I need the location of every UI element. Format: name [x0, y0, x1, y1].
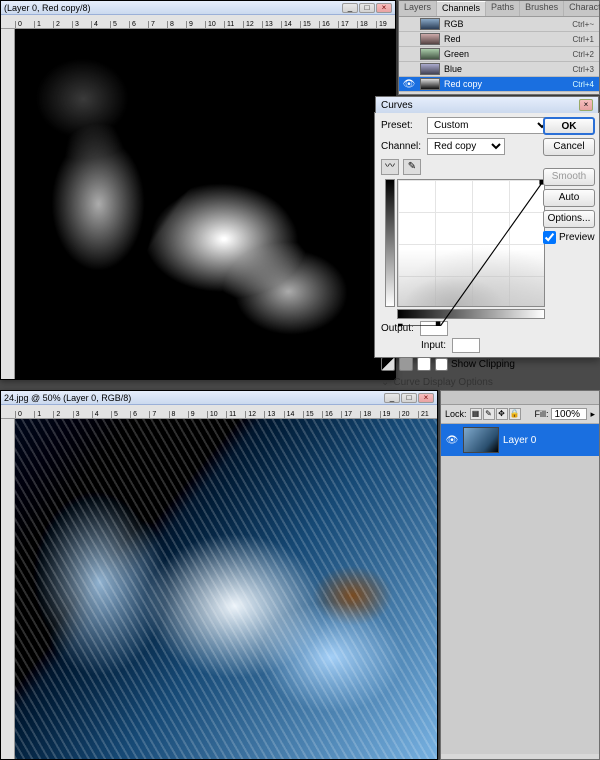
fill-dropdown-icon[interactable]: ▸: [590, 409, 595, 420]
titlebar-2-title: 24.jpg @ 50% (Layer 0, RGB/8): [4, 393, 131, 403]
panel-tab-character[interactable]: Character: [564, 1, 600, 16]
lock-all-icon[interactable]: 🔒: [509, 408, 521, 420]
show-clipping-label: Show Clipping: [451, 359, 515, 370]
curves-close-icon[interactable]: ×: [579, 99, 593, 111]
layers-empty-area: [441, 456, 599, 754]
channel-row-green[interactable]: Green Ctrl+2: [399, 47, 599, 62]
horizontal-ruler-1: 012345678910111213141516171819: [1, 15, 395, 29]
channel-shortcut: Ctrl+2: [572, 50, 596, 59]
show-clipping-input[interactable]: [435, 358, 448, 371]
vertical-ruler-2: [1, 419, 15, 759]
document-window-1: (Layer 0, Red copy/8) _ □ × 012345678910…: [0, 0, 396, 380]
channels-panel: LayersChannelsPathsBrushesCharacter RGB C…: [398, 0, 600, 95]
channel-select[interactable]: Red copy: [427, 138, 505, 155]
minimize-button[interactable]: _: [342, 3, 358, 13]
ok-button[interactable]: OK: [543, 117, 595, 135]
fill-label: Fill:: [534, 409, 548, 419]
channel-visibility-icon[interactable]: 👁: [402, 79, 416, 90]
channel-row-red-copy[interactable]: 👁 Red copy Ctrl+4: [399, 77, 599, 92]
titlebar-1[interactable]: (Layer 0, Red copy/8) _ □ ×: [1, 1, 395, 15]
curve-display-options-label: Curve Display Options: [393, 377, 492, 388]
channel-name: Blue: [444, 64, 568, 74]
close-button[interactable]: ×: [376, 3, 392, 13]
curve-display-options-expander[interactable]: ⌄ Curve Display Options: [381, 377, 593, 388]
channel-thumbnail: [420, 33, 440, 45]
lock-transparency-icon[interactable]: ▦: [470, 408, 482, 420]
channel-name: Red copy: [444, 79, 568, 89]
document-image-color: [15, 419, 437, 759]
document-window-2: 24.jpg @ 50% (Layer 0, RGB/8) _ □ × 0123…: [0, 390, 438, 760]
preview-label: Preview: [559, 232, 595, 243]
input-label: Input:: [421, 340, 446, 351]
preset-label: Preset:: [381, 120, 423, 131]
maximize-button[interactable]: □: [359, 3, 375, 13]
panel-tab-paths[interactable]: Paths: [486, 1, 520, 16]
preview-input[interactable]: [543, 231, 556, 244]
panel-tab-channels[interactable]: Channels: [437, 1, 486, 16]
channel-thumbnail: [420, 63, 440, 75]
gray-point-eyedropper-icon[interactable]: [399, 357, 413, 371]
curve-graph[interactable]: [397, 179, 545, 307]
channel-row-rgb[interactable]: RGB Ctrl+~: [399, 17, 599, 32]
fill-field[interactable]: [551, 408, 587, 420]
titlebar-1-title: (Layer 0, Red copy/8): [4, 3, 91, 13]
options-button[interactable]: Options...: [543, 210, 595, 228]
titlebar-2[interactable]: 24.jpg @ 50% (Layer 0, RGB/8) _ □ ×: [1, 391, 437, 405]
preview-checkbox[interactable]: Preview: [543, 231, 595, 244]
layers-tabs: [441, 391, 599, 405]
lock-pixels-icon[interactable]: ✎: [483, 408, 495, 420]
channel-shortcut: Ctrl+4: [572, 80, 596, 89]
close-button[interactable]: ×: [418, 393, 434, 403]
channel-row-blue[interactable]: Blue Ctrl+3: [399, 62, 599, 77]
channel-shortcut: Ctrl+1: [572, 35, 596, 44]
input-field[interactable]: [452, 338, 480, 353]
channel-thumbnail: [420, 48, 440, 60]
maximize-button[interactable]: □: [401, 393, 417, 403]
preset-select[interactable]: Custom: [427, 117, 551, 134]
panel-tab-layers[interactable]: Layers: [399, 1, 437, 16]
lock-position-icon[interactable]: ✥: [496, 408, 508, 420]
smooth-button: Smooth: [543, 168, 595, 186]
document-image-bw: [15, 29, 395, 379]
channel-name: Red: [444, 34, 568, 44]
layers-panel: Lock: ▦ ✎ ✥ 🔒 Fill: ▸ 👁 Layer 0: [440, 390, 600, 760]
show-clipping-checkbox[interactable]: Show Clipping: [435, 358, 515, 371]
panel-tab-brushes[interactable]: Brushes: [520, 1, 564, 16]
curve-line: [398, 180, 544, 326]
white-point-eyedropper-icon[interactable]: [417, 357, 431, 371]
lock-label: Lock:: [445, 409, 467, 419]
channel-label: Channel:: [381, 141, 423, 152]
channel-name: RGB: [444, 19, 568, 29]
channel-thumbnail: [420, 78, 440, 90]
canvas-2[interactable]: [15, 419, 437, 759]
expander-caret-icon: ⌄: [381, 377, 389, 388]
channel-name: Green: [444, 49, 568, 59]
channel-shortcut: Ctrl+3: [572, 65, 596, 74]
horizontal-ruler-2: 0123456789101112131415161718192021: [1, 405, 437, 419]
cancel-button[interactable]: Cancel: [543, 138, 595, 156]
layer-row[interactable]: 👁 Layer 0: [441, 424, 599, 456]
layer-name[interactable]: Layer 0: [503, 435, 536, 446]
black-point-eyedropper-icon[interactable]: [381, 357, 395, 371]
panel-tabs: LayersChannelsPathsBrushesCharacter: [399, 1, 599, 17]
curves-titlebar[interactable]: Curves ×: [375, 96, 599, 113]
vertical-ruler-1: [1, 29, 15, 379]
layer-visibility-icon[interactable]: 👁: [445, 435, 459, 446]
curve-point-tool-icon[interactable]: 〰: [381, 159, 399, 175]
output-gradient: [385, 179, 395, 307]
curves-dialog: Curves × Preset: Custom ≡ Channel: Red c…: [374, 112, 600, 358]
channel-shortcut: Ctrl+~: [572, 20, 596, 29]
channel-row-red[interactable]: Red Ctrl+1: [399, 32, 599, 47]
curve-pencil-tool-icon[interactable]: ✎: [403, 159, 421, 175]
minimize-button[interactable]: _: [384, 393, 400, 403]
curves-title: Curves: [381, 100, 413, 111]
channel-thumbnail: [420, 18, 440, 30]
layer-thumbnail[interactable]: [463, 427, 499, 453]
auto-button[interactable]: Auto: [543, 189, 595, 207]
canvas-1[interactable]: [15, 29, 395, 379]
